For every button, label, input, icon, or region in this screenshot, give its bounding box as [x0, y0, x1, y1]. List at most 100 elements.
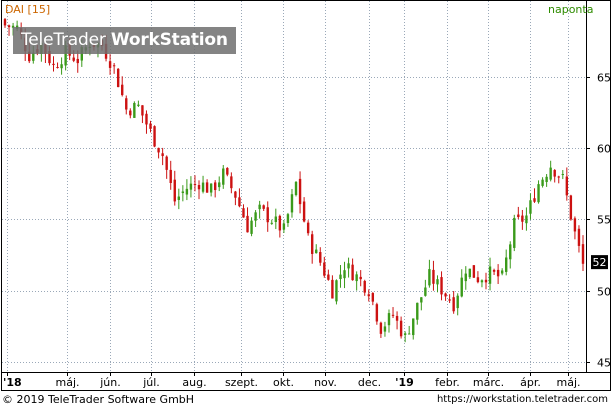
candle-body: [209, 183, 213, 193]
candle-body: [553, 170, 556, 177]
candle-body: [468, 268, 472, 278]
candle-body: [112, 65, 116, 67]
copyright-text: © 2019 TeleTrader Software GmbH: [2, 393, 195, 406]
candle-body: [254, 212, 257, 221]
candle-body: [246, 215, 249, 233]
candle-body: [181, 191, 185, 194]
candle-body: [242, 208, 245, 218]
candle-body: [149, 123, 152, 129]
candle-body: [464, 273, 467, 282]
period-label: naponta: [548, 3, 594, 16]
candle-body: [391, 314, 395, 316]
candle-body: [319, 252, 322, 263]
candle-body: [541, 179, 544, 186]
candle-body: [302, 201, 306, 222]
candle-body: [145, 113, 148, 125]
candle-body: [416, 302, 419, 320]
candle-body: [266, 207, 269, 223]
x-tick-label: aug.: [182, 376, 206, 389]
watermark-product: WorkStation: [110, 30, 228, 50]
candle-body: [387, 313, 391, 326]
candle-body: [278, 215, 282, 231]
candle-body: [371, 293, 375, 302]
candle-body: [226, 167, 229, 175]
candle-body: [282, 223, 286, 230]
candle-body: [537, 184, 540, 203]
candle-body: [213, 182, 217, 191]
symbol-label: DAI [15]: [5, 3, 51, 16]
candle-body: [72, 57, 75, 61]
y-tick-label: 50: [597, 286, 611, 299]
x-tick-label: ápr.: [520, 376, 541, 389]
candle-body: [500, 270, 504, 274]
candle-body: [161, 153, 164, 157]
candle-body: [581, 244, 585, 264]
candle-body: [456, 295, 459, 309]
candle-body: [129, 110, 132, 116]
candle-body: [108, 61, 112, 68]
x-tick-label: nov.: [314, 376, 337, 389]
candle-body: [355, 274, 358, 282]
source-url[interactable]: https://workstation.teletrader.com: [437, 391, 608, 409]
candle-body: [274, 216, 278, 222]
candle-body: [363, 280, 366, 293]
candle-body: [545, 176, 548, 183]
x-tick-label: szept.: [225, 376, 258, 389]
x-tick-label: máj.: [556, 376, 580, 389]
candle-body: [395, 315, 399, 321]
candle-body: [76, 58, 79, 64]
candle-body: [185, 188, 189, 195]
candle-body: [3, 19, 7, 26]
candle-body: [238, 197, 241, 207]
candle-body: [290, 194, 294, 213]
candle-body: [347, 263, 350, 269]
candle-body: [420, 297, 423, 303]
y-tick-label: 65: [597, 72, 611, 85]
candle-body: [529, 200, 532, 214]
candle-body: [509, 244, 512, 260]
candle-body: [375, 304, 379, 322]
x-tick-label: dec.: [358, 376, 381, 389]
candle-body: [403, 333, 407, 335]
y-tick-label: 60: [597, 143, 611, 156]
candle-body: [460, 277, 463, 297]
candle-body: [294, 181, 298, 196]
candle-body: [412, 318, 415, 336]
candle-body: [335, 280, 338, 302]
candle-body: [193, 184, 197, 186]
candle-body: [310, 234, 314, 254]
candle-body: [452, 297, 455, 312]
candle-body: [286, 214, 290, 224]
candle-body: [125, 98, 128, 110]
candle-body: [230, 176, 233, 189]
candle-body: [480, 280, 484, 283]
candle-body: [484, 279, 488, 283]
candle-body: [7, 25, 11, 28]
y-tick-label: 45: [597, 357, 611, 370]
candle-body: [56, 66, 59, 68]
current-value-label: 52: [593, 256, 607, 269]
candle-body: [343, 270, 346, 279]
candle-body: [331, 279, 334, 299]
candle-body: [379, 322, 383, 334]
candle-body: [323, 262, 326, 276]
candle-body: [573, 218, 577, 232]
candle-body: [399, 320, 403, 337]
candle-body: [137, 104, 140, 106]
candle-body: [505, 257, 508, 272]
chart-frame: [1, 0, 611, 391]
candle-body: [432, 269, 435, 284]
candle-body: [327, 274, 330, 280]
candle-body: [116, 68, 120, 88]
candle-body: [250, 220, 253, 234]
candle-body: [428, 269, 431, 286]
candle-body: [436, 279, 439, 285]
candle-body: [201, 182, 205, 192]
candle-body: [517, 214, 520, 218]
x-tick-label: okt.: [273, 376, 294, 389]
candle-body: [557, 176, 560, 178]
candle-body: [270, 222, 273, 224]
candle-body: [367, 294, 370, 297]
candle-body: [448, 299, 451, 301]
candle-body: [169, 169, 172, 184]
